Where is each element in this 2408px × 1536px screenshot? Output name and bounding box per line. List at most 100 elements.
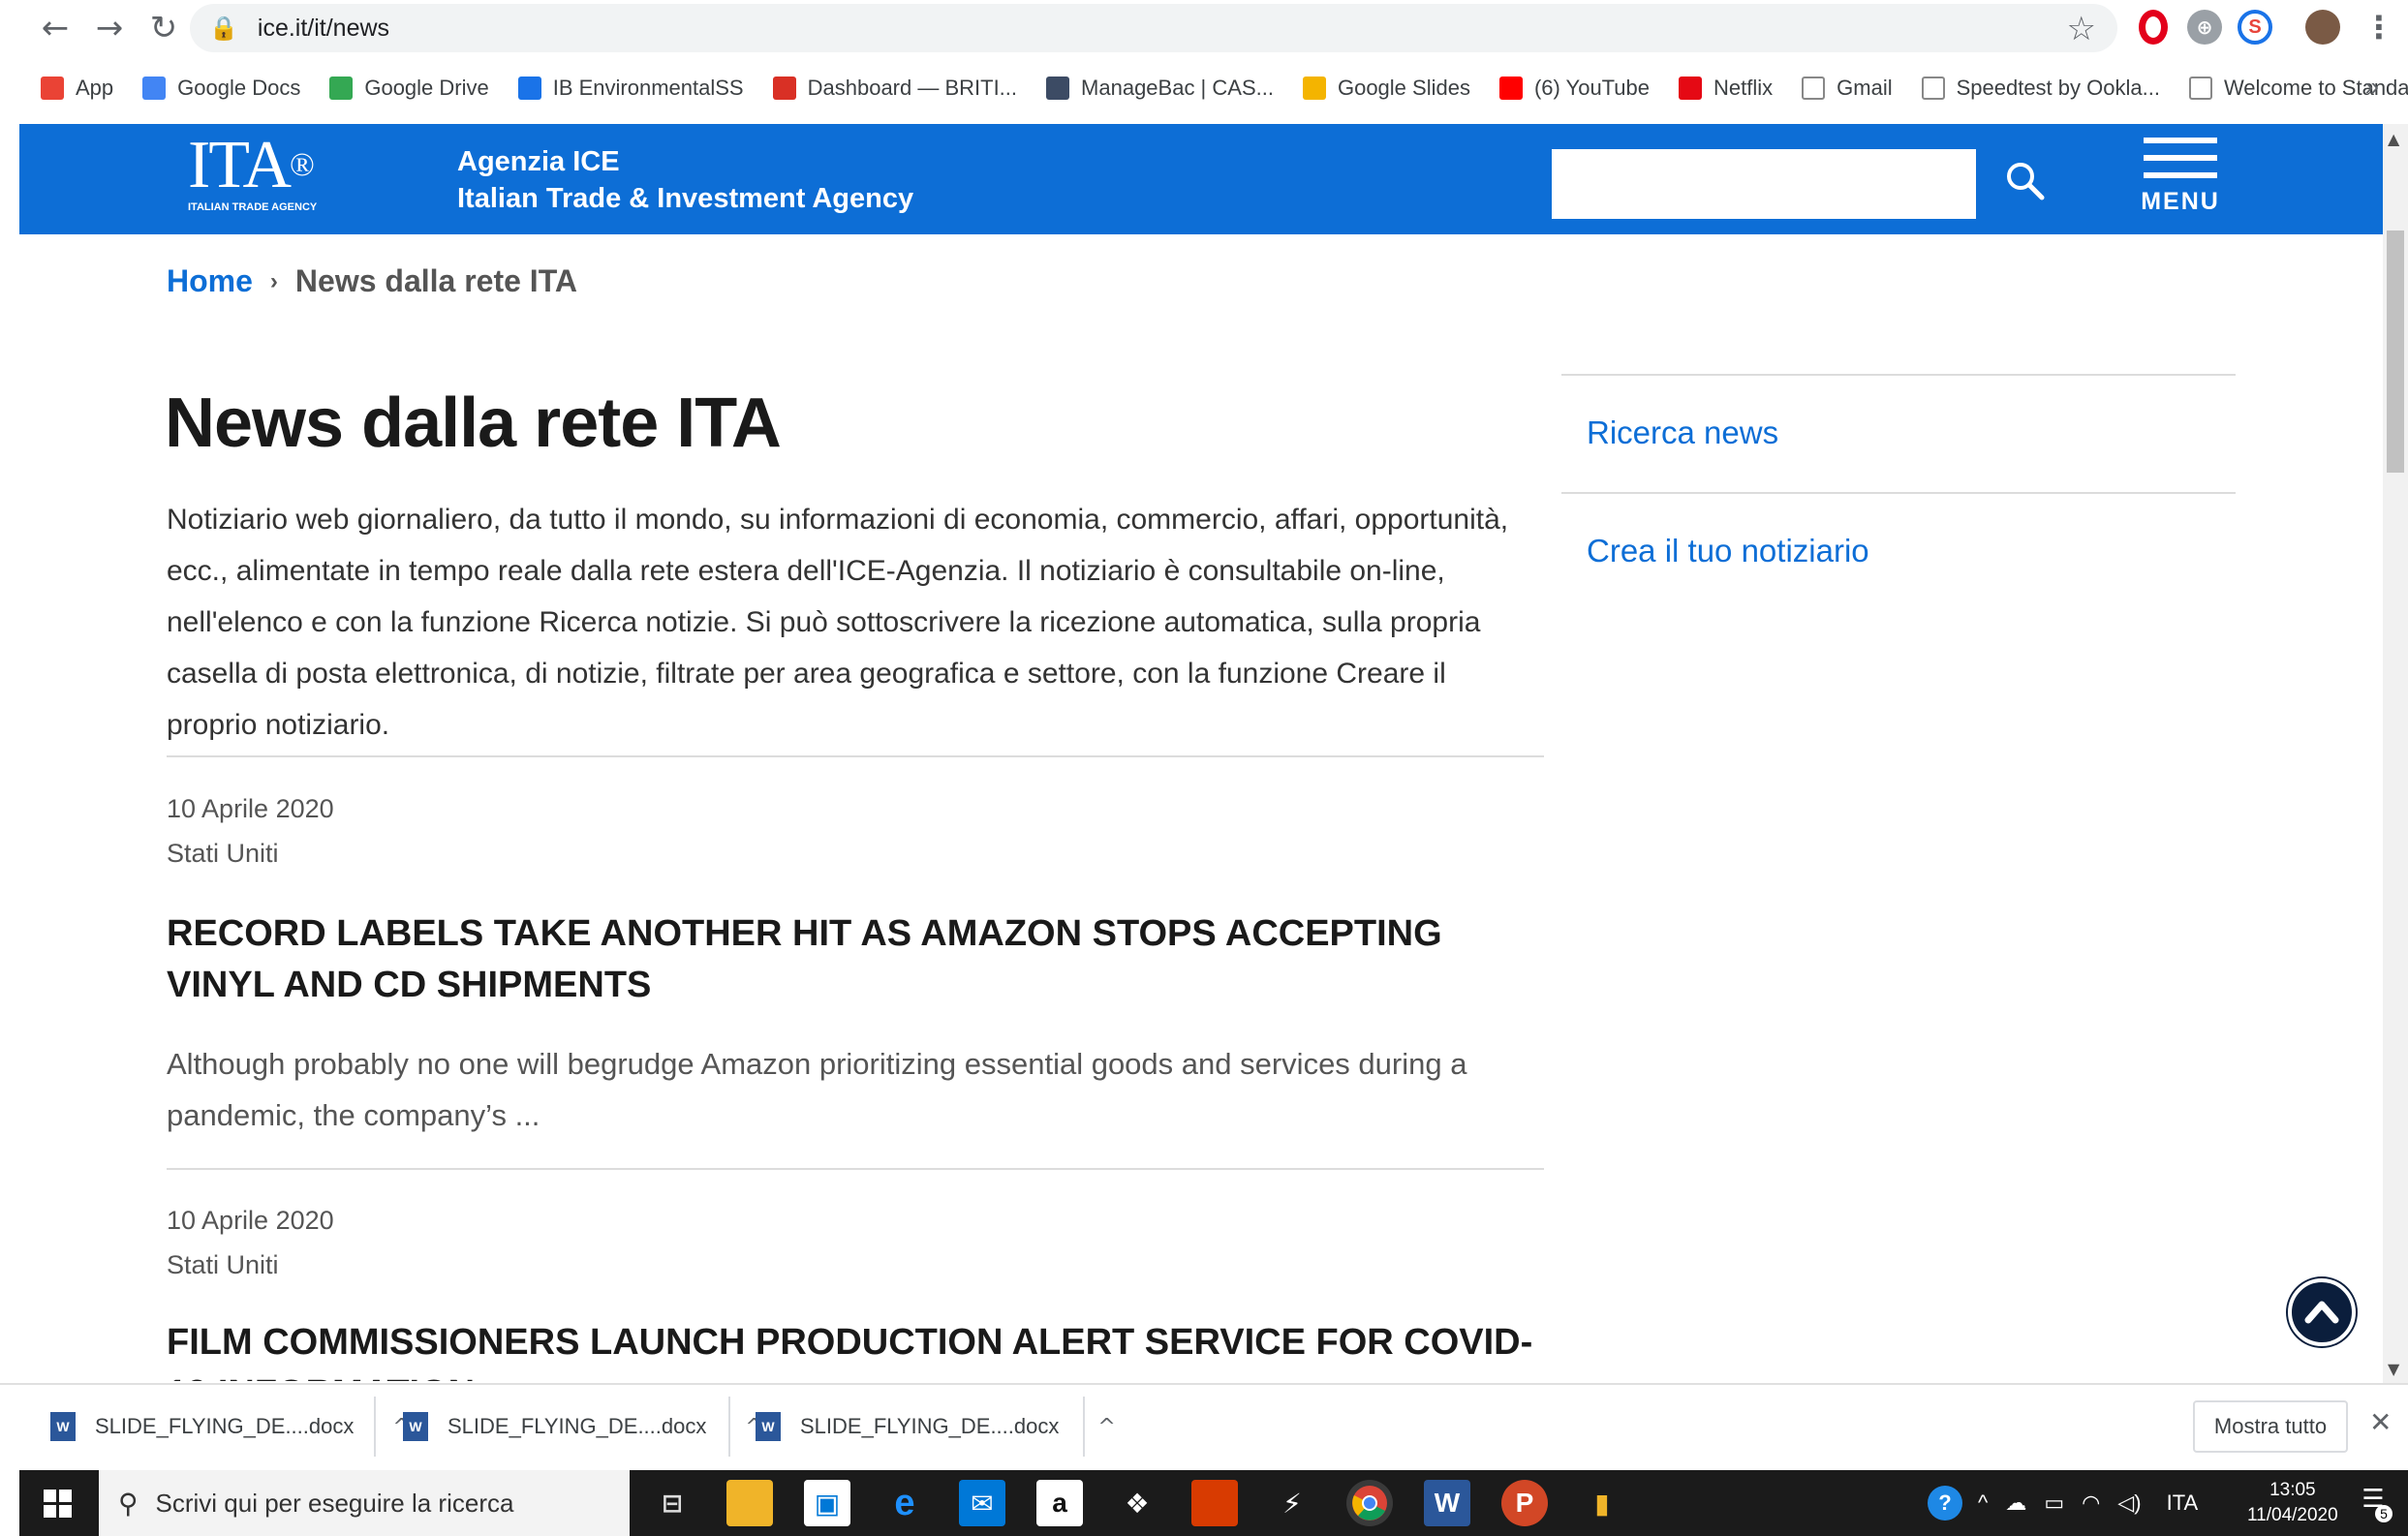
google-docs-icon: [142, 77, 167, 100]
battery-icon[interactable]: ▭: [2044, 1490, 2064, 1516]
edge-icon[interactable]: e: [881, 1480, 928, 1526]
divider: [167, 755, 1544, 757]
start-button[interactable]: [19, 1470, 95, 1536]
page-scrollbar[interactable]: ▲ ▼: [2383, 124, 2408, 1383]
chevron-up-icon[interactable]: ^: [1097, 1415, 1115, 1439]
bookmark-item[interactable]: Google Docs: [142, 76, 300, 101]
bookmark-item[interactable]: ManageBac | CAS...: [1046, 76, 1274, 101]
gmail-icon: [1802, 77, 1826, 100]
sidebar-link-ricerca-news[interactable]: Ricerca news: [1587, 415, 1778, 451]
screen: ← → ↻ 🔒 ice.it/it/news ☆ ⊕ S ⋮ App Google…: [0, 0, 2408, 1536]
sidebar-divider: [1561, 492, 2236, 494]
bookmark-label: Gmail: [1837, 76, 1893, 100]
search-icon[interactable]: [2001, 157, 2050, 205]
file-explorer-icon[interactable]: [726, 1480, 773, 1526]
powerpoint-icon[interactable]: P: [1501, 1480, 1548, 1526]
scroll-down-arrow-icon[interactable]: ▼: [2388, 1360, 2399, 1378]
profile-avatar[interactable]: [2305, 10, 2340, 45]
bookmark-item[interactable]: (6) YouTube: [1498, 76, 1650, 101]
clock-time: 13:05: [2269, 1480, 2316, 1500]
news-country: Stati Uniti: [167, 1250, 279, 1279]
opera-extension-icon[interactable]: [2139, 10, 2168, 45]
bookmark-label: Google Drive: [364, 76, 489, 100]
clock[interactable]: 13:05 11/04/2020: [2247, 1478, 2338, 1528]
ita-logo[interactable]: ITA® ITALIAN TRADE AGENCY: [188, 132, 317, 214]
language-indicator[interactable]: ITA: [2167, 1490, 2199, 1516]
bookmark-item[interactable]: Google Drive: [329, 76, 489, 101]
help-icon[interactable]: ?: [1928, 1486, 1962, 1521]
bookmark-item[interactable]: Netflix: [1679, 76, 1773, 101]
agency-line-2: Italian Trade & Investment Agency: [457, 183, 914, 214]
address-bar[interactable]: 🔒 ice.it/it/news ☆: [190, 4, 2117, 52]
back-arrow-icon[interactable]: ←: [31, 4, 79, 52]
url-text: ice.it/it/news: [257, 14, 390, 42]
breadcrumb-home-link[interactable]: Home: [167, 263, 253, 299]
dropbox-icon[interactable]: ❖: [1114, 1480, 1160, 1526]
google-slides-icon: [1302, 77, 1326, 100]
sidebar-link-crea-notiziario[interactable]: Crea il tuo notiziario: [1587, 533, 1869, 569]
forward-arrow-icon[interactable]: →: [85, 4, 134, 52]
bookmark-label: Dashboard — BRITI...: [807, 76, 1018, 100]
bookmark-item[interactable]: App: [41, 76, 113, 101]
site-search-input[interactable]: [1552, 149, 1976, 219]
reload-icon[interactable]: ↻: [139, 4, 188, 52]
download-separator: [374, 1397, 376, 1457]
page-title: News dalla rete ITA: [165, 384, 782, 462]
office-icon[interactable]: [1191, 1480, 1238, 1526]
sync-extension-icon[interactable]: S: [2238, 10, 2272, 45]
wifi-icon[interactable]: ◠: [2082, 1490, 2100, 1516]
download-item[interactable]: W SLIDE_FLYING_DE....docx ^: [403, 1385, 763, 1468]
close-icon[interactable]: ✕: [2369, 1406, 2392, 1438]
bookmark-item[interactable]: Gmail: [1802, 76, 1893, 101]
network-icon[interactable]: ☁: [2005, 1490, 2026, 1516]
mail-icon[interactable]: ✉: [959, 1480, 1005, 1526]
menu-button[interactable]: MENU: [2137, 138, 2224, 225]
bookmark-item[interactable]: Google Slides: [1302, 76, 1470, 101]
globe-extension-icon[interactable]: ⊕: [2187, 10, 2222, 45]
download-item[interactable]: W SLIDE_FLYING_DE....docx ^: [50, 1385, 411, 1468]
bookmark-item[interactable]: IB EnvironmentalSS: [517, 76, 744, 101]
apps-grid-icon: [41, 77, 64, 100]
chrome-icon[interactable]: [1346, 1480, 1393, 1526]
taskbar-search[interactable]: ⚲ Scrivi qui per eseguire la ricerca: [99, 1470, 630, 1536]
word-icon[interactable]: W: [1424, 1480, 1470, 1526]
bookmark-item[interactable]: Speedtest by Ookla...: [1921, 76, 2160, 101]
news-title-link[interactable]: FILM COMMISSIONERS LAUNCH PRODUCTION ALE…: [167, 1317, 1542, 1381]
chevron-up-icon[interactable]: ^: [1978, 1490, 1988, 1516]
more-bookmarks-icon[interactable]: »: [2365, 72, 2379, 102]
app-icon[interactable]: ⚡: [1269, 1480, 1315, 1526]
bookmark-label: Netflix: [1713, 76, 1774, 100]
task-view-icon[interactable]: ⊟: [649, 1480, 695, 1526]
chrome-logo: [1352, 1486, 1387, 1521]
file-icon[interactable]: ▮: [1579, 1480, 1625, 1526]
speedtest-icon: [1921, 77, 1945, 100]
site-header: ITA® ITALIAN TRADE AGENCY Agenzia ICE It…: [19, 124, 2383, 234]
news-title-link[interactable]: RECORD LABELS TAKE ANOTHER HIT AS AMAZON…: [167, 908, 1542, 1011]
notification-center-icon[interactable]: ☰ 5: [2354, 1484, 2393, 1522]
volume-icon[interactable]: ◁): [2117, 1490, 2141, 1516]
download-separator: [728, 1397, 730, 1457]
downloads-bar: W SLIDE_FLYING_DE....docx ^ W SLIDE_FLYI…: [0, 1383, 2408, 1466]
show-all-downloads-button[interactable]: Mostra tutto: [2193, 1400, 2348, 1453]
scroll-to-top-button[interactable]: [2288, 1278, 2356, 1346]
google-drive-icon: [329, 77, 354, 100]
bookmark-label: Google Slides: [1337, 76, 1470, 100]
chevron-up-icon: [2304, 1301, 2339, 1324]
browser-menu-icon[interactable]: ⋮: [2362, 9, 2396, 46]
bookmark-star-icon[interactable]: ☆: [2067, 10, 2096, 48]
news-date: 10 Aprile 2020: [167, 794, 334, 823]
download-item[interactable]: W SLIDE_FLYING_DE....docx ^: [756, 1385, 1116, 1468]
search-icon: ⚲: [118, 1487, 139, 1520]
amazon-icon[interactable]: a: [1036, 1480, 1083, 1526]
managebac-icon: [1046, 77, 1070, 100]
download-filename: SLIDE_FLYING_DE....docx: [95, 1414, 355, 1438]
store-icon[interactable]: ▣: [804, 1480, 850, 1526]
system-tray: ? ^ ☁ ▭ ◠ ◁) ITA: [1928, 1470, 2198, 1536]
news-title-clip: FILM COMMISSIONERS LAUNCH PRODUCTION ALE…: [0, 1317, 2383, 1381]
logo-mark-icon: ®: [290, 147, 315, 183]
scroll-up-arrow-icon[interactable]: ▲: [2388, 130, 2399, 148]
lock-icon: 🔒: [209, 15, 238, 42]
breadcrumb-current: News dalla rete ITA: [294, 263, 577, 298]
bookmark-item[interactable]: Dashboard — BRITI...: [772, 76, 1018, 101]
scrollbar-thumb[interactable]: [2387, 230, 2404, 473]
